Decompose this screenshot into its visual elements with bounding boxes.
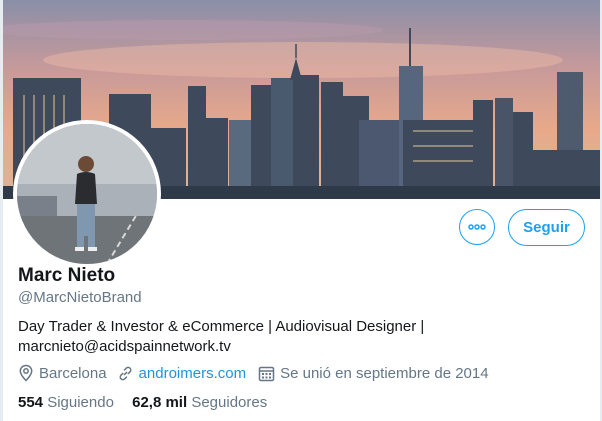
more-options-button[interactable] [459,209,495,245]
bio-line-2: marcnieto@acidspainnetwork.tv [18,338,231,355]
website-item: androimers.com [117,365,247,382]
following-link[interactable]: 554 Siguiendo [18,394,118,411]
location-item: Barcelona [18,364,107,382]
joined-item: Se unió en septiembre de 2014 [258,364,489,382]
location-text: Barcelona [39,364,107,382]
calendar-icon [258,366,275,381]
profile-avatar[interactable] [13,120,161,268]
avatar-photo [17,124,157,264]
website-link[interactable]: androimers.com [139,365,247,382]
profile-name: Marc Nieto [18,265,116,286]
profile-stats: 554 Siguiendo 62,8 mil Seguidores [18,394,267,411]
follow-button[interactable]: Seguir [508,209,585,246]
more-options-icon [468,224,486,230]
bio-line-1: Day Trader & Investor & eCommerce | Audi… [18,318,425,335]
following-label: Siguiendo [47,394,114,411]
following-count: 554 [18,394,44,411]
link-icon [119,366,132,380]
location-pin-icon [19,364,33,382]
followers-link[interactable]: 62,8 mil Seguidores [132,394,267,411]
followers-count: 62,8 mil [132,394,188,411]
profile-handle: @MarcNietoBrand [18,289,142,306]
followers-label: Seguidores [191,394,268,411]
profile-bio: Day Trader & Investor & eCommerce | Audi… [18,317,458,357]
joined-text: Se unió en septiembre de 2014 [280,364,489,382]
profile-meta: Barcelona androimers.com Se unió en sept… [18,364,489,382]
